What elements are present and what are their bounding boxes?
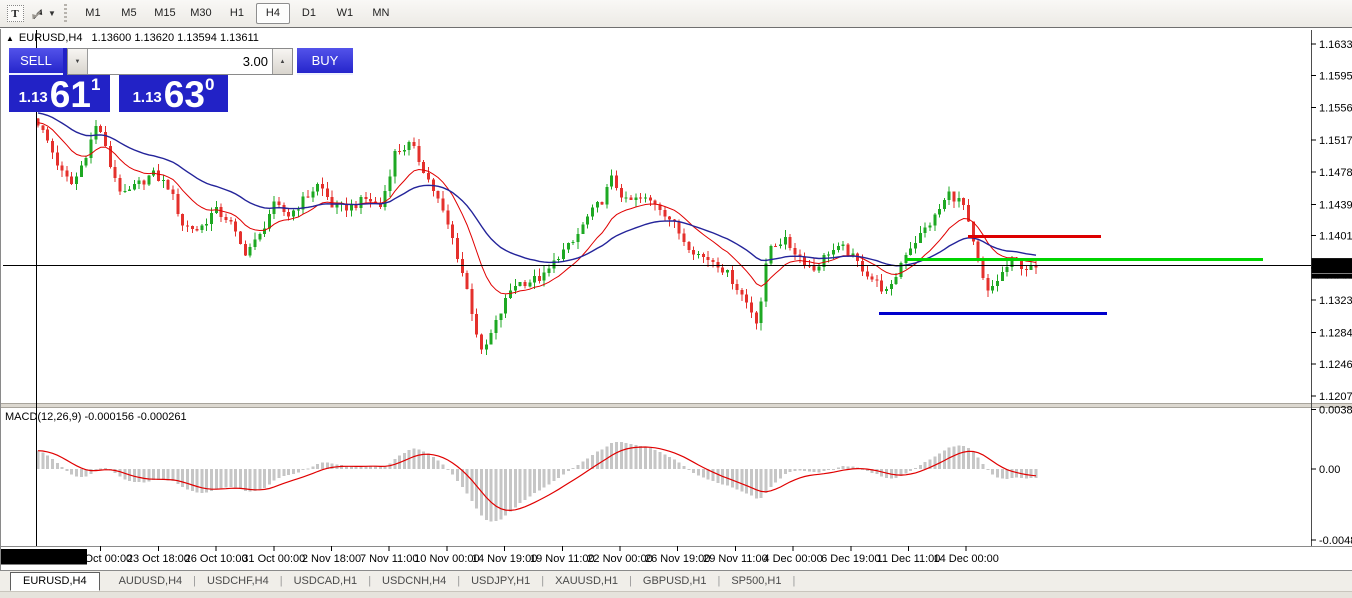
chart-tab-audusd-h4[interactable]: AUDUSD,H4 [108, 575, 194, 587]
sell-price-display[interactable]: 1.13 61 1 [9, 75, 110, 112]
svg-text:1.15560: 1.15560 [1319, 103, 1352, 115]
chart-ohlc-values: 1.13600 1.13620 1.13594 1.13611 [92, 32, 259, 44]
timeframe-button-w1[interactable]: W1 [328, 3, 362, 24]
svg-text:1.12070: 1.12070 [1319, 391, 1352, 403]
svg-text:29 Nov 11:00: 29 Nov 11:00 [703, 553, 768, 565]
timeframe-button-m30[interactable]: M30 [184, 3, 218, 24]
current-price-badge: 1.13649 [1312, 258, 1352, 273]
ma-slow-line [38, 113, 1036, 266]
chart-tab-eurusd-h4[interactable]: EURUSD,H4 [10, 572, 100, 591]
volume-input[interactable] [88, 49, 272, 74]
svg-text:14 Dec 00:00: 14 Dec 00:00 [933, 553, 998, 565]
svg-text:6 Dec 19:00: 6 Dec 19:00 [821, 553, 880, 565]
dropdown-caret-icon: ▼ [48, 9, 56, 18]
svg-text:1.15950: 1.15950 [1319, 70, 1352, 82]
chart-tab-xauusd-h1[interactable]: XAUUSD,H1 [544, 575, 629, 587]
text-tool-icon: T [7, 5, 24, 22]
ma-fast-line [38, 123, 1036, 294]
price-axis: 1.16330 1.15950 1.15560 1.15170 1.14780 1.143… [1311, 39, 1352, 403]
buy-price-prefix: 1.13 [133, 89, 162, 106]
text-label-tool-button[interactable]: T [5, 4, 25, 24]
chart-tab-sp500-h1[interactable]: SP500,H1 [720, 575, 792, 587]
macd-histogram [37, 442, 1038, 522]
macd-indicator-label: MACD(12,26,9) -0.000156 -0.000261 [5, 411, 187, 423]
panel-splitter[interactable] [1, 403, 1352, 408]
svg-text:7 Nov 11:00: 7 Nov 11:00 [360, 553, 419, 565]
time-axis: 19 Oct 00:0023 Oct 18:0026 Oct 10:0031 O… [69, 546, 999, 565]
svg-text:26 Oct 10:00: 26 Oct 10:00 [185, 553, 248, 565]
volume-spinner: ▼ ▲ [67, 48, 293, 75]
sell-price-main: 61 [50, 80, 91, 109]
timeframe-button-d1[interactable]: D1 [292, 3, 326, 24]
svg-text:10 Nov 00:00: 10 Nov 00:00 [414, 553, 479, 565]
chart-tab-gbpusd-h1[interactable]: GBPUSD,H1 [632, 575, 718, 587]
svg-text:1.13230: 1.13230 [1319, 295, 1352, 307]
svg-text:1.12840: 1.12840 [1319, 327, 1352, 339]
svg-text:1.15170: 1.15170 [1319, 135, 1352, 147]
macd-axis: 0.003847 0.00 -0.004856 [1311, 404, 1352, 547]
sell-price-pipette: 1 [91, 75, 100, 95]
sell-price-prefix: 1.13 [19, 89, 48, 106]
svg-text:1.16330: 1.16330 [1319, 39, 1352, 51]
sell-button-label: SELL [20, 53, 52, 68]
svg-text:14 Nov 19:00: 14 Nov 19:00 [472, 553, 537, 565]
status-strip [0, 591, 1352, 598]
buy-button[interactable]: BUY [297, 48, 353, 75]
chart-tab-usdcad-h1[interactable]: USDCAD,H1 [283, 575, 369, 587]
timeframe-button-h1[interactable]: H1 [220, 3, 254, 24]
timeframe-button-m5[interactable]: M5 [112, 3, 146, 24]
chart-tab-usdchf-h4[interactable]: USDCHF,H4 [196, 575, 280, 587]
sell-button[interactable]: SELL [9, 48, 63, 75]
svg-text:0.00: 0.00 [1319, 464, 1340, 476]
one-click-trade-panel: SELL ▼ ▲ BUY 1.13 61 1 1.13 [9, 48, 228, 112]
svg-text:2 Nov 18:00: 2 Nov 18:00 [302, 553, 361, 565]
svg-text:1.14780: 1.14780 [1319, 167, 1352, 179]
swap-arrows-icon [29, 6, 45, 22]
svg-text:19 Nov 11:00: 19 Nov 11:00 [530, 553, 595, 565]
chart-tab-bar: EURUSD,H4AUDUSD,H4|USDCHF,H4|USDCAD,H1|U… [0, 570, 1352, 591]
svg-text:1.14390: 1.14390 [1319, 199, 1352, 211]
collapse-triangle-icon[interactable]: ▲ [6, 34, 14, 43]
up-arrow-icon: ▲ [280, 59, 286, 65]
timeframe-button-m15[interactable]: M15 [148, 3, 182, 24]
volume-increase-button[interactable]: ▲ [272, 49, 292, 74]
svg-text:22 Nov 00:00: 22 Nov 00:00 [587, 553, 652, 565]
buy-price-display[interactable]: 1.13 63 0 [119, 75, 228, 112]
svg-text:1.14010: 1.14010 [1319, 231, 1352, 243]
svg-text:31 Oct 00:00: 31 Oct 00:00 [242, 553, 305, 565]
chart-symbol-label: EURUSD,H4 [19, 32, 83, 44]
svg-text:1.13611: 1.13611 [1315, 276, 1352, 288]
candlesticks [37, 118, 1038, 355]
under-price-badge: 1.13611 [1312, 274, 1352, 288]
svg-text:11 Dec 11:00: 11 Dec 11:00 [877, 553, 941, 565]
svg-text:26 Nov 19:00: 26 Nov 19:00 [645, 553, 710, 565]
chart-tab-usdcnh-h4[interactable]: USDCNH,H4 [371, 575, 457, 587]
svg-text:1.12460: 1.12460 [1319, 359, 1352, 371]
buy-price-pipette: 0 [205, 75, 214, 95]
toolbar: T ▼ M1M5M15M30H1H4D1W1MN [0, 0, 1352, 28]
arrows-tool-button[interactable]: ▼ [29, 4, 56, 24]
timeframe-button-mn[interactable]: MN [364, 3, 398, 24]
down-arrow-icon: ▼ [75, 59, 81, 65]
svg-text:018.10.17 14:00: 018.10.17 14:00 [4, 552, 84, 564]
chart-area[interactable]: 1.16330 1.15950 1.15560 1.15170 1.14780 1.143… [0, 29, 1352, 570]
svg-text:0.003847: 0.003847 [1319, 404, 1352, 416]
timeframe-button-h4[interactable]: H4 [256, 3, 290, 24]
svg-text:-0.004856: -0.004856 [1319, 535, 1352, 547]
timeframe-button-m1[interactable]: M1 [76, 3, 110, 24]
buy-button-label: BUY [312, 53, 339, 68]
volume-decrease-button[interactable]: ▼ [68, 49, 88, 74]
svg-text:4 Dec 00:00: 4 Dec 00:00 [763, 553, 822, 565]
tab-separator: | [792, 575, 795, 587]
toolbar-separator [64, 4, 67, 24]
timeframe-group: M1M5M15M30H1H4D1W1MN [75, 3, 399, 24]
chart-tab-usdjpy-h1[interactable]: USDJPY,H1 [460, 575, 541, 587]
time-badge: 018.10.17 14:00 [1, 549, 87, 565]
buy-price-main: 63 [164, 80, 205, 109]
svg-text:1.13649: 1.13649 [1315, 261, 1352, 273]
svg-text:23 Oct 18:00: 23 Oct 18:00 [127, 553, 190, 565]
chart-header: ▲ EURUSD,H4 1.13600 1.13620 1.13594 1.13… [6, 32, 259, 44]
